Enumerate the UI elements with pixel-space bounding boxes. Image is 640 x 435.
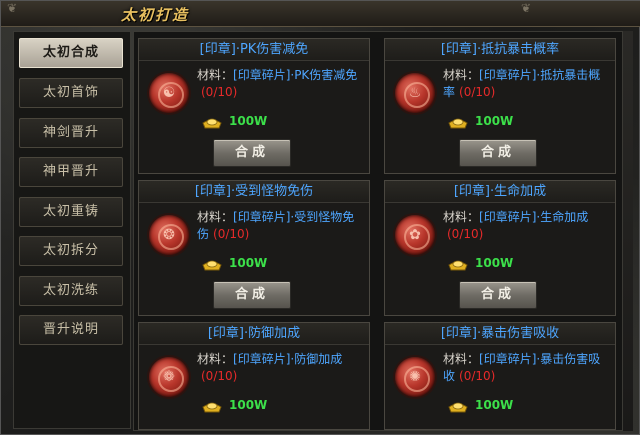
recipe-card: [印章]·生命加成 ✿ 材料：[印章碎片]·生命加成 (0/10) 100W 合成 bbox=[384, 180, 616, 316]
seal-defense-icon[interactable]: ❁ bbox=[149, 357, 189, 397]
recipe-title: [印章]·暴击伤害吸收 bbox=[385, 323, 615, 345]
seal-glyph-icon: ✿ bbox=[409, 227, 421, 243]
gold-ingot-icon bbox=[448, 118, 468, 129]
seal-glyph-icon: ❁ bbox=[163, 369, 175, 385]
sidebar: 太初合成 太初首饰 神剑晋升 神甲晋升 太初重铸 太初拆分 太初洗练 晋升说明 bbox=[13, 31, 131, 429]
title-bar: ❦ 太初打造 ❦ bbox=[1, 1, 640, 27]
seal-crit-resist-icon[interactable]: ♨ bbox=[395, 73, 435, 113]
dragon-ornament-icon: ❦ bbox=[7, 1, 18, 15]
recipe-card: [印章]·暴击伤害吸收 ✺ 材料：[印章碎片]·暴击伤害吸收 (0/10) 100W bbox=[384, 322, 616, 430]
sidebar-item-reforge[interactable]: 太初重铸 bbox=[19, 197, 123, 227]
sidebar-item-refine[interactable]: 太初洗练 bbox=[19, 276, 123, 306]
recipe-title: [印章]·生命加成 bbox=[385, 181, 615, 203]
material-line: 材料：[印章碎片]·防御加成 (0/10) bbox=[197, 351, 365, 385]
gold-ingot-icon bbox=[202, 260, 222, 271]
material-name: [印章碎片]·防御加成 bbox=[233, 352, 343, 366]
material-count: (0/10) bbox=[201, 85, 238, 99]
gold-cost: 100W bbox=[475, 114, 514, 128]
material-line: 材料：[印章碎片]·抵抗暴击概率 (0/10) bbox=[443, 67, 611, 101]
gold-ingot-icon bbox=[202, 118, 222, 129]
sidebar-item-jewelry[interactable]: 太初首饰 bbox=[19, 78, 123, 108]
gold-cost: 100W bbox=[229, 398, 268, 412]
recipe-card: [印章]·受到怪物免伤 ❂ 材料：[印章碎片]·受到怪物免伤 (0/10) 100W 合成 bbox=[138, 180, 370, 316]
recipe-panel: [印章]·PK伤害减免 ☯ 材料：[印章碎片]·PK伤害减免(0/10) 100W 合成… bbox=[133, 31, 623, 431]
seal-glyph-icon: ☯ bbox=[162, 85, 176, 101]
craft-button[interactable]: 合成 bbox=[459, 139, 537, 167]
gold-ingot-icon bbox=[448, 260, 468, 271]
gold-cost: 100W bbox=[229, 114, 268, 128]
material-name: [印章碎片]·PK伤害减免 bbox=[233, 68, 358, 82]
gold-ingot-icon bbox=[448, 402, 468, 413]
recipe-card: [印章]·PK伤害减免 ☯ 材料：[印章碎片]·PK伤害减免 (0/10) 100W 合成 bbox=[138, 38, 370, 174]
seal-life-icon[interactable]: ✿ bbox=[395, 215, 435, 255]
recipe-card: [印章]·防御加成 ❁ 材料：[印章碎片]·防御加成 (0/10) 100W bbox=[138, 322, 370, 430]
sidebar-item-split[interactable]: 太初拆分 bbox=[19, 236, 123, 266]
material-prefix: 材料： bbox=[443, 68, 480, 82]
material-prefix: 材料： bbox=[197, 352, 234, 366]
seal-crit-absorb-icon[interactable]: ✺ bbox=[395, 357, 435, 397]
craft-button[interactable]: 合成 bbox=[459, 281, 537, 309]
recipe-title: [印章]·受到怪物免伤 bbox=[139, 181, 369, 203]
seal-glyph-icon: ❂ bbox=[163, 227, 175, 243]
material-line: 材料：[印章碎片]·暴击伤害吸收 (0/10) bbox=[443, 351, 611, 385]
material-line: 材料：[印章碎片]·受到怪物免伤 (0/10) bbox=[197, 209, 365, 243]
material-line: 材料：[印章碎片]·PK伤害减免 (0/10) bbox=[197, 67, 365, 101]
sidebar-item-upgrade-guide[interactable]: 晋升说明 bbox=[19, 315, 123, 345]
sidebar-item-synthesis[interactable]: 太初合成 bbox=[19, 38, 123, 68]
dragon-ornament-icon: ❦ bbox=[521, 1, 532, 15]
gold-cost: 100W bbox=[475, 256, 514, 270]
material-name: [印章碎片]·生命加成 bbox=[479, 210, 589, 224]
seal-glyph-icon: ✺ bbox=[409, 369, 421, 385]
material-count: (0/10) bbox=[213, 227, 250, 241]
seal-monster-icon[interactable]: ❂ bbox=[149, 215, 189, 255]
recipe-card: [印章]·抵抗暴击概率 ♨ 材料：[印章碎片]·抵抗暴击概率 (0/10) 100W 合成 bbox=[384, 38, 616, 174]
material-count: (0/10) bbox=[201, 369, 238, 383]
gold-cost: 100W bbox=[475, 398, 514, 412]
recipe-title: [印章]·防御加成 bbox=[139, 323, 369, 345]
sidebar-item-sword-upgrade[interactable]: 神剑晋升 bbox=[19, 118, 123, 148]
gold-ingot-icon bbox=[202, 402, 222, 413]
recipe-title: [印章]·PK伤害减免 bbox=[139, 39, 369, 61]
material-count: (0/10) bbox=[459, 369, 496, 383]
material-prefix: 材料： bbox=[197, 210, 234, 224]
material-prefix: 材料： bbox=[443, 210, 480, 224]
craft-button[interactable]: 合成 bbox=[213, 281, 291, 309]
sidebar-item-armor-upgrade[interactable]: 神甲晋升 bbox=[19, 157, 123, 187]
material-prefix: 材料： bbox=[443, 352, 480, 366]
window-title: 太初打造 bbox=[121, 6, 190, 24]
game-window: ❦ 太初打造 ❦ 太初合成 太初首饰 神剑晋升 神甲晋升 太初重铸 太初拆分 太… bbox=[0, 0, 640, 435]
recipe-title: [印章]·抵抗暴击概率 bbox=[385, 39, 615, 61]
material-count: (0/10) bbox=[447, 227, 484, 241]
material-count: (0/10) bbox=[459, 85, 496, 99]
panel-edge bbox=[623, 31, 633, 431]
gold-cost: 100W bbox=[229, 256, 268, 270]
craft-button[interactable]: 合成 bbox=[213, 139, 291, 167]
seal-pk-icon[interactable]: ☯ bbox=[149, 73, 189, 113]
material-prefix: 材料： bbox=[197, 68, 234, 82]
material-line: 材料：[印章碎片]·生命加成 (0/10) bbox=[443, 209, 611, 243]
seal-glyph-icon: ♨ bbox=[408, 85, 422, 101]
